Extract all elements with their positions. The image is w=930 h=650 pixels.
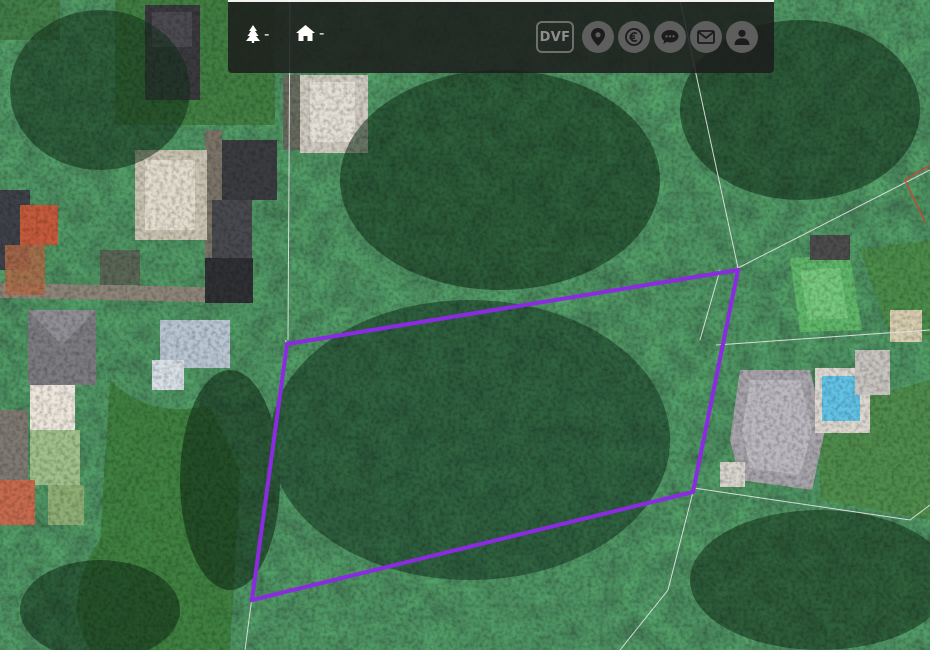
user-icon xyxy=(734,29,750,45)
trees-count: - xyxy=(264,25,270,43)
euro-icon xyxy=(625,28,643,46)
location-button[interactable] xyxy=(582,21,614,53)
house-icon xyxy=(296,25,315,41)
comments-button[interactable] xyxy=(654,21,686,53)
price-button[interactable] xyxy=(618,21,650,53)
account-button[interactable] xyxy=(726,21,758,53)
mail-icon xyxy=(697,30,715,44)
houses-count: - xyxy=(319,24,325,42)
map-pin-icon xyxy=(591,28,605,46)
tree-icon xyxy=(246,25,260,43)
dvf-button[interactable]: DVF xyxy=(536,21,574,53)
chat-icon xyxy=(661,30,679,44)
houses-stat: - xyxy=(296,25,324,41)
satellite-map[interactable] xyxy=(0,0,930,650)
mail-button[interactable] xyxy=(690,21,722,53)
trees-stat: - xyxy=(246,25,269,43)
top-toolbar: - - DVF xyxy=(228,0,774,73)
